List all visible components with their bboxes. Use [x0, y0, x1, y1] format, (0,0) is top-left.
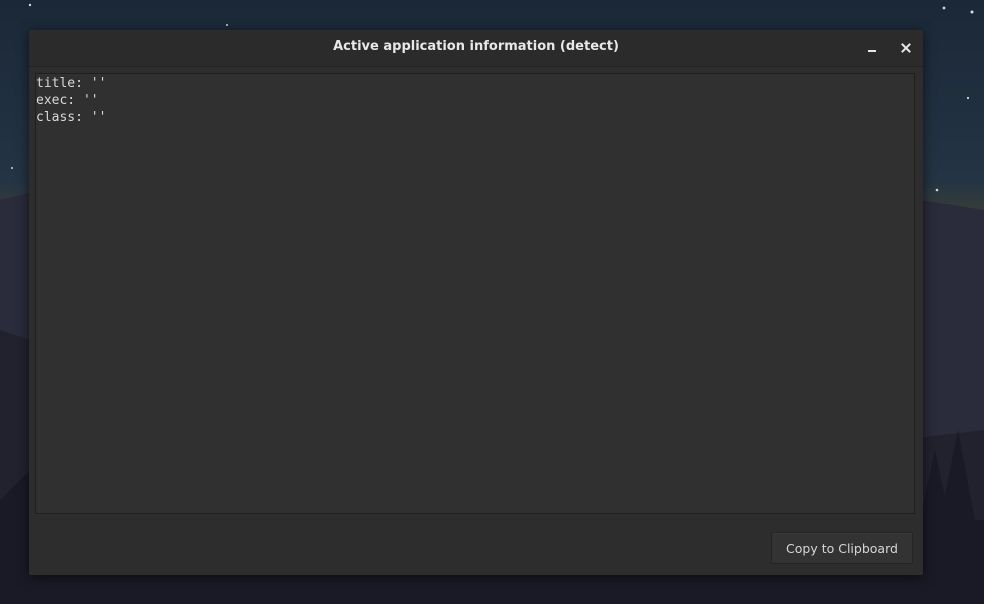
info-line-exec: exec: '' — [36, 93, 99, 108]
info-text: title: '' exec: '' class: '' — [36, 75, 106, 126]
active-app-info-window: Active application information (detect) … — [29, 30, 923, 575]
copy-to-clipboard-button[interactable]: Copy to Clipboard — [771, 532, 913, 564]
window-titlebar[interactable]: Active application information (detect) — [29, 30, 923, 67]
info-line-title: title: '' — [36, 76, 107, 91]
info-line-class: class: '' — [36, 110, 107, 125]
minimize-icon — [868, 50, 876, 52]
minimize-button[interactable] — [863, 39, 881, 57]
info-text-area[interactable]: title: '' exec: '' class: '' — [35, 73, 915, 514]
desktop-background: Active application information (detect) … — [0, 0, 984, 604]
window-title: Active application information (detect) — [333, 39, 619, 54]
close-icon — [901, 43, 911, 53]
close-button[interactable] — [897, 39, 915, 57]
